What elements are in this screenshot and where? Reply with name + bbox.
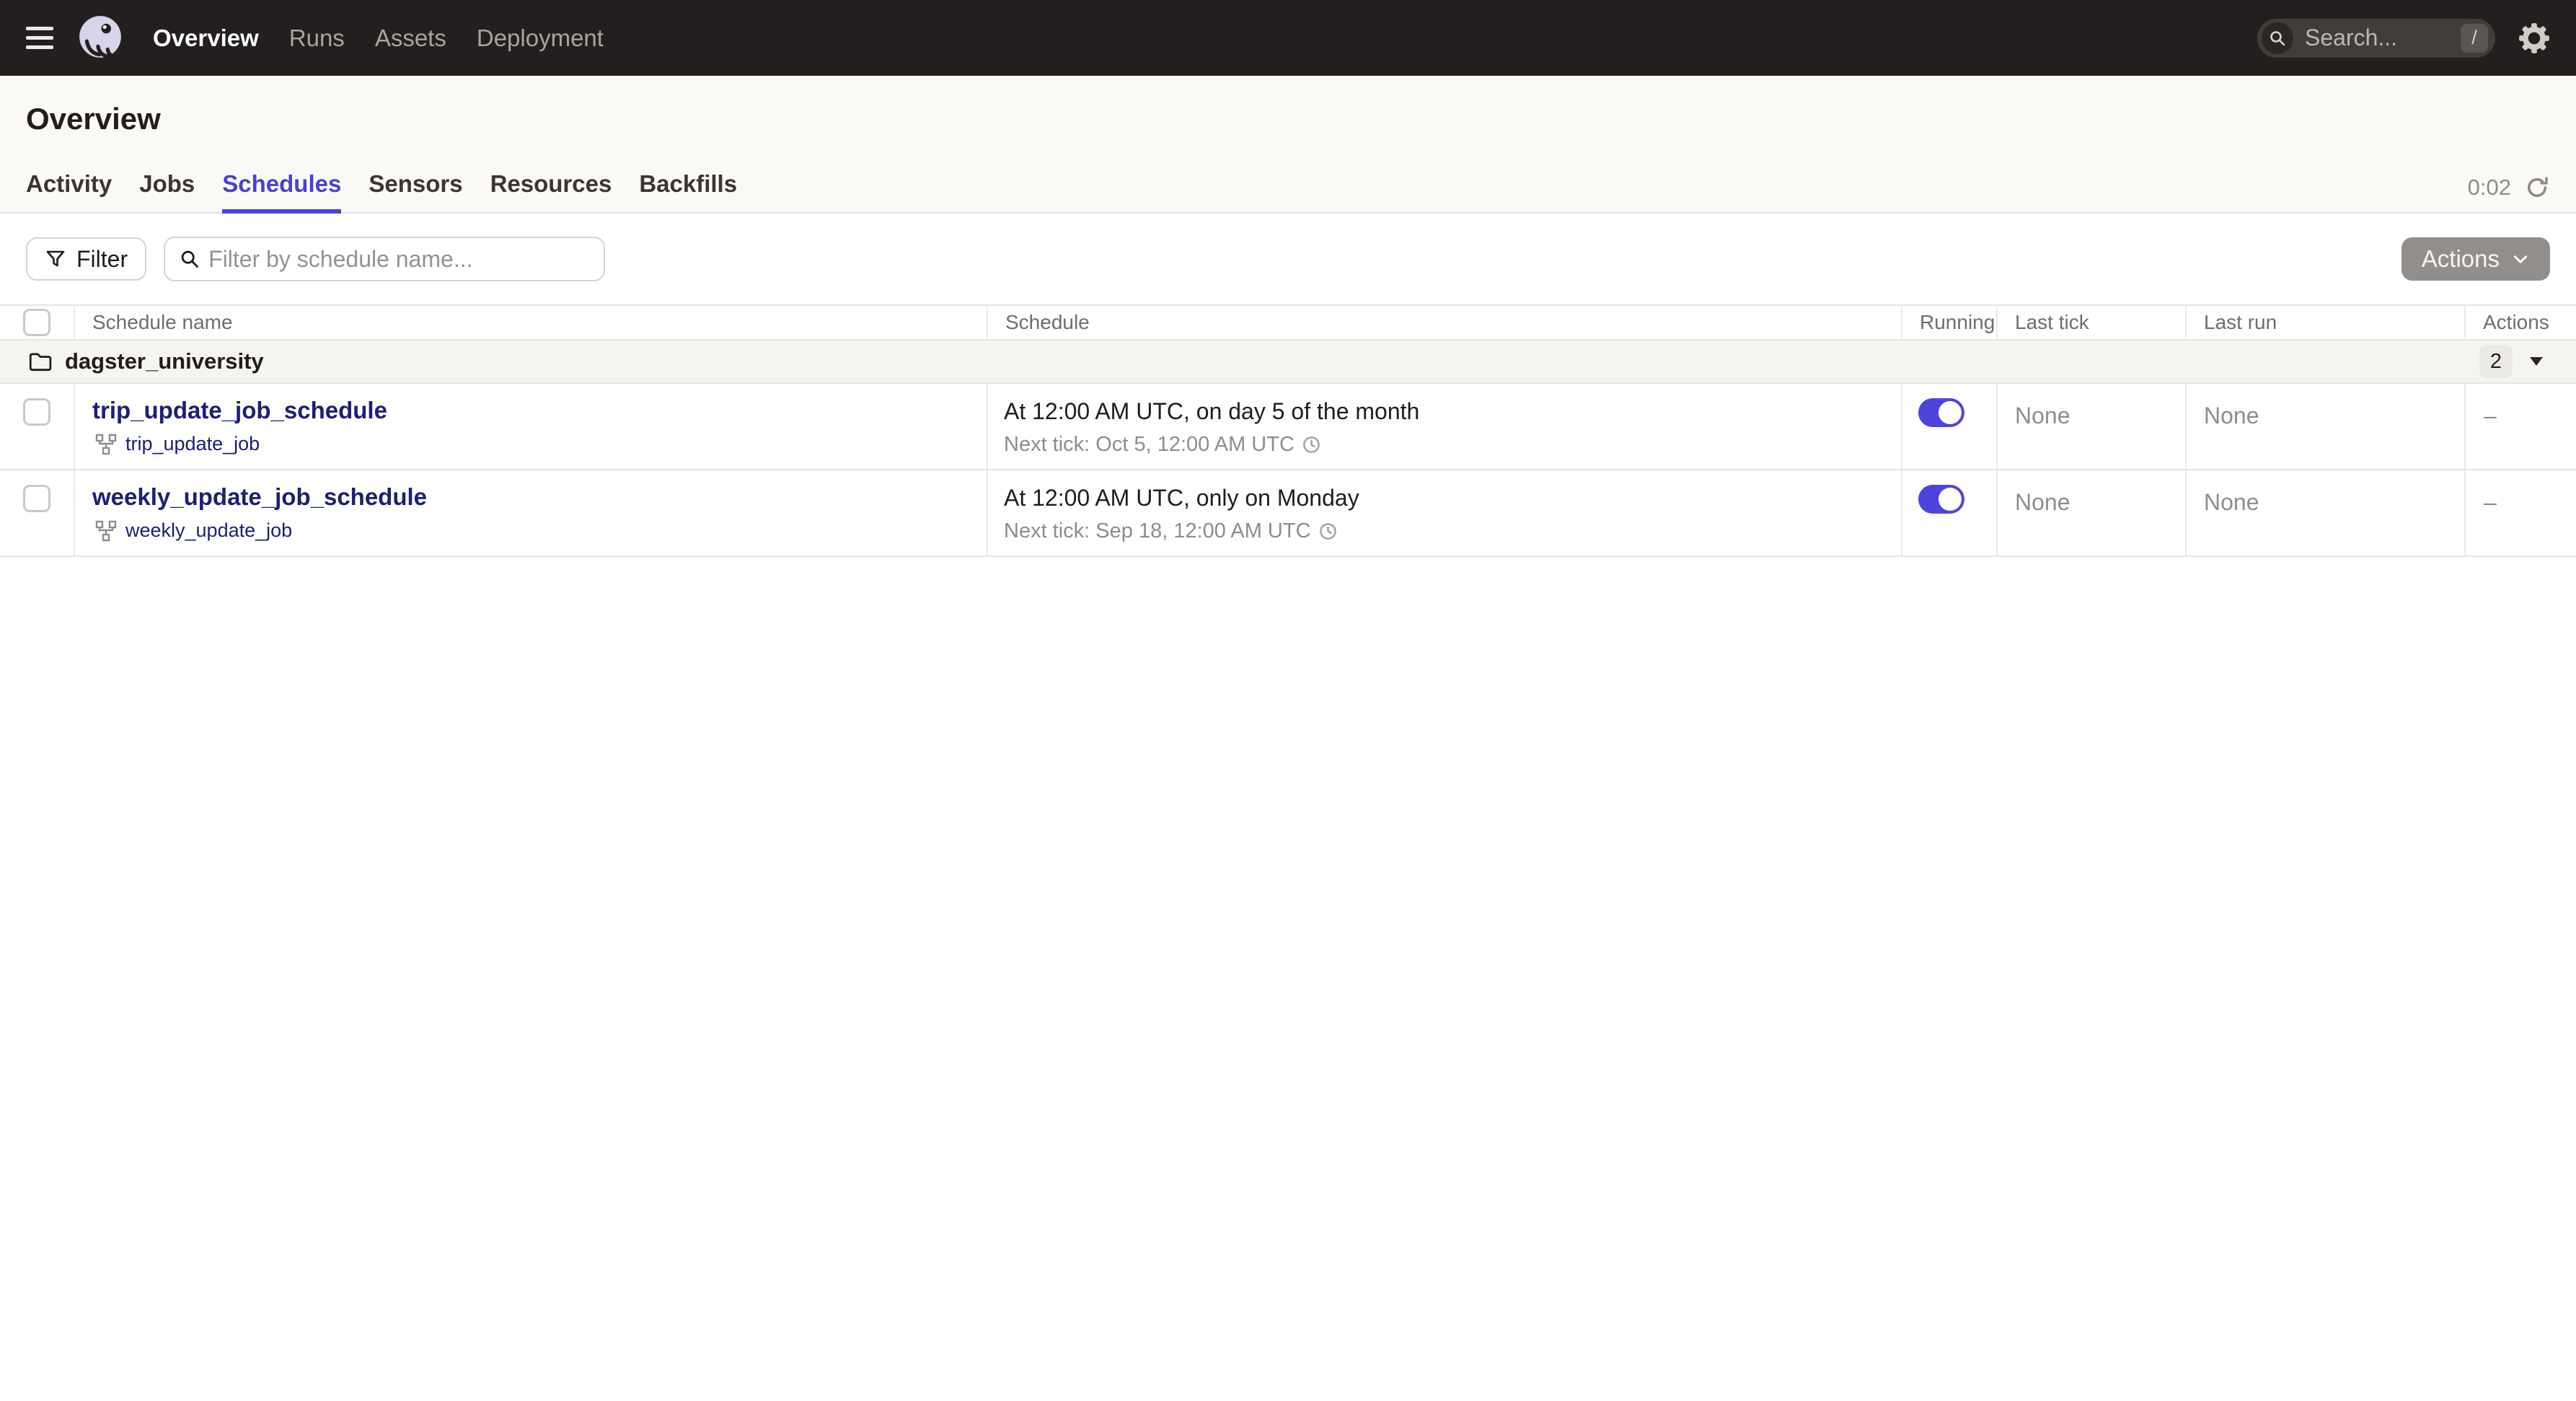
last-tick-value: None bbox=[1996, 470, 2185, 555]
refresh-icon[interactable] bbox=[2524, 175, 2550, 201]
schedule-name-link[interactable]: weekly_update_job_schedule bbox=[92, 483, 427, 510]
select-all-checkbox[interactable] bbox=[23, 309, 50, 336]
filter-button[interactable]: Filter bbox=[26, 237, 147, 281]
chevron-down-icon bbox=[2513, 255, 2528, 263]
job-icon bbox=[95, 434, 117, 454]
column-header-schedule: Schedule bbox=[987, 306, 1901, 339]
clock-icon bbox=[1319, 523, 1336, 540]
tab-backfills[interactable]: Backfills bbox=[639, 170, 737, 214]
search-icon bbox=[181, 250, 199, 268]
actions-button[interactable]: Actions bbox=[2401, 237, 2550, 281]
folder-icon bbox=[29, 353, 52, 372]
gear-icon[interactable] bbox=[2518, 22, 2550, 54]
row-actions: – bbox=[2464, 384, 2576, 469]
cron-description: At 12:00 AM UTC, on day 5 of the month bbox=[1004, 398, 1420, 424]
job-icon bbox=[95, 520, 117, 541]
row-actions: – bbox=[2464, 470, 2576, 555]
menu-icon[interactable] bbox=[26, 22, 58, 54]
schedules-toolbar: Filter Actions bbox=[0, 214, 2576, 304]
running-toggle[interactable] bbox=[1918, 398, 1964, 427]
tab-jobs[interactable]: Jobs bbox=[139, 170, 195, 214]
job-name-link[interactable]: weekly_update_job bbox=[125, 519, 292, 542]
job-name-link[interactable]: trip_update_job bbox=[125, 433, 260, 455]
global-search-input[interactable]: Search... / bbox=[2257, 18, 2495, 58]
schedule-filter-field bbox=[164, 237, 606, 281]
dagster-logo-icon[interactable] bbox=[76, 14, 124, 62]
row-checkbox[interactable] bbox=[23, 485, 50, 512]
primary-nav: Overview Runs Assets Deployment bbox=[153, 25, 604, 52]
table-header-row: Schedule name Schedule Running Last tick… bbox=[0, 306, 2576, 341]
clock-icon bbox=[1303, 436, 1320, 453]
table-row: weekly_update_job_schedule weekly_update… bbox=[0, 470, 2576, 557]
nav-item-assets[interactable]: Assets bbox=[375, 25, 446, 52]
search-icon bbox=[2262, 22, 2293, 54]
refresh-countdown: 0:02 bbox=[2467, 175, 2511, 200]
filter-button-label: Filter bbox=[76, 245, 128, 272]
nav-item-runs[interactable]: Runs bbox=[289, 25, 345, 52]
tab-schedules[interactable]: Schedules bbox=[222, 170, 342, 214]
actions-button-label: Actions bbox=[2421, 245, 2500, 272]
column-header-actions: Actions bbox=[2464, 306, 2576, 339]
page-header: Overview Activity Jobs Schedules Sensors… bbox=[0, 76, 2576, 214]
refresh-area: 0:02 bbox=[2468, 175, 2550, 201]
search-placeholder: Search... bbox=[2305, 25, 2398, 50]
dagster-app: Overview Runs Assets Deployment Search..… bbox=[0, 0, 2576, 1401]
column-header-last-run: Last run bbox=[2185, 306, 2464, 339]
nav-item-overview[interactable]: Overview bbox=[153, 25, 259, 52]
row-checkbox[interactable] bbox=[23, 398, 50, 426]
caret-down-icon[interactable] bbox=[2530, 357, 2543, 366]
top-nav-bar: Overview Runs Assets Deployment Search..… bbox=[0, 0, 2576, 76]
last-run-value: None bbox=[2185, 470, 2464, 555]
schedule-filter-input[interactable] bbox=[208, 245, 590, 273]
tab-activity[interactable]: Activity bbox=[26, 170, 112, 214]
column-header-last-tick: Last tick bbox=[1996, 306, 2185, 339]
column-header-schedule-name: Schedule name bbox=[74, 306, 987, 339]
schedule-name-link[interactable]: trip_update_job_schedule bbox=[92, 397, 387, 423]
page-title: Overview bbox=[26, 102, 161, 136]
running-toggle[interactable] bbox=[1918, 485, 1964, 514]
search-shortcut-badge: / bbox=[2461, 23, 2488, 53]
overview-tabs: Activity Jobs Schedules Sensors Resource… bbox=[26, 170, 737, 214]
group-name: dagster_university bbox=[65, 348, 264, 374]
tab-resources[interactable]: Resources bbox=[490, 170, 612, 214]
schedules-table: Schedule name Schedule Running Last tick… bbox=[0, 304, 2576, 557]
nav-item-deployment[interactable]: Deployment bbox=[477, 25, 604, 52]
funnel-icon bbox=[46, 250, 65, 267]
cron-description: At 12:00 AM UTC, only on Monday bbox=[1004, 485, 1359, 511]
code-location-group-row[interactable]: dagster_university 2 bbox=[0, 341, 2576, 384]
column-header-running: Running bbox=[1901, 306, 1996, 339]
next-tick-text: Next tick: Sep 18, 12:00 AM UTC bbox=[1004, 519, 1311, 543]
tab-sensors[interactable]: Sensors bbox=[369, 170, 462, 214]
next-tick-text: Next tick: Oct 5, 12:00 AM UTC bbox=[1004, 433, 1294, 456]
table-row: trip_update_job_schedule trip_update_job… bbox=[0, 384, 2576, 470]
last-tick-value: None bbox=[1996, 384, 2185, 469]
group-count-badge: 2 bbox=[2479, 345, 2513, 378]
last-run-value: None bbox=[2185, 384, 2464, 469]
